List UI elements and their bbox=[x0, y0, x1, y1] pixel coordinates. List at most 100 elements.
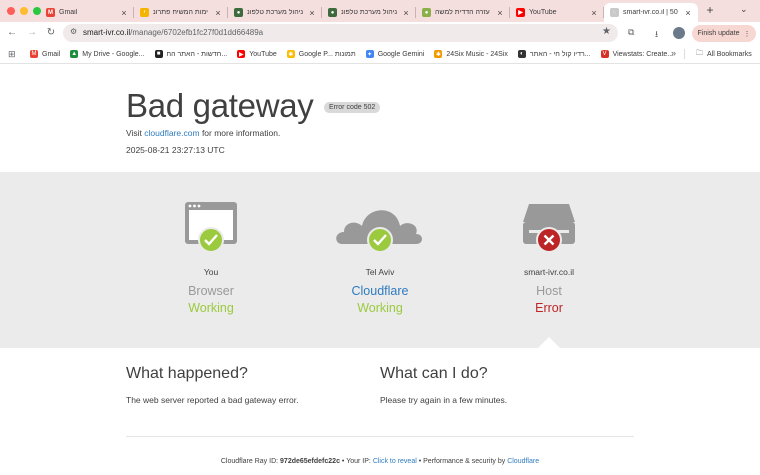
loading-globe-icon: ◌ bbox=[610, 8, 619, 17]
what-can-i-do-body: Please try again in a few minutes. bbox=[380, 395, 508, 405]
tab-strip: M Gmail × י ימות המשיח פתרונ × ● ניהול מערכת טל… bbox=[0, 0, 760, 22]
tab-search-chevron-icon[interactable]: ⌄ bbox=[740, 4, 748, 15]
reveal-ip-link[interactable]: Click to reveal bbox=[373, 458, 417, 465]
tab-title: עזרה הדדית למשה bbox=[435, 9, 490, 16]
error-header: Bad gateway Error code 502 bbox=[126, 87, 381, 125]
reload-icon[interactable]: ↻ bbox=[44, 26, 58, 40]
close-window-button[interactable] bbox=[7, 7, 15, 15]
close-tab-icon[interactable]: × bbox=[684, 8, 692, 18]
radio-icon: ◐ bbox=[517, 50, 526, 58]
new-tab-button[interactable]: + bbox=[703, 3, 717, 17]
site-icon: ● bbox=[422, 8, 431, 17]
url-path: /manage/6702efb1fc27f0d1dd66489a bbox=[130, 28, 264, 37]
bookmark-item[interactable]: ■ חדשות - האתר הח... bbox=[154, 50, 228, 58]
tab-3[interactable]: ● ניהול מערכת טלפונ × bbox=[322, 3, 416, 22]
cloudflare-footer-link[interactable]: Cloudflare bbox=[507, 458, 539, 465]
what-can-i-do-section: What can I do? Please try again in a few… bbox=[380, 365, 507, 405]
browser-node-place: You bbox=[203, 267, 219, 277]
tab-1[interactable]: י ימות המשיח פתרונ × bbox=[134, 3, 228, 22]
error-pointer bbox=[538, 337, 560, 348]
tab-title: smart-ivr.co.il | 50 bbox=[623, 9, 678, 16]
cloudflare-link[interactable]: cloudflare.com bbox=[144, 128, 199, 138]
close-tab-icon[interactable]: × bbox=[496, 8, 504, 18]
error-page: Bad gateway Error code 502 Visit cloudfl… bbox=[0, 65, 760, 475]
cloudflare-node-status: Working bbox=[357, 301, 403, 315]
bookmark-label: YouTube bbox=[249, 50, 277, 58]
bookmark-item[interactable]: M Gmail bbox=[30, 50, 60, 58]
performance-label: Performance & security by bbox=[423, 458, 506, 465]
cloud-icon bbox=[336, 210, 422, 253]
tab-4[interactable]: ● עזרה הדדית למשה × bbox=[416, 3, 510, 22]
downloads-icon[interactable]: ⭳ bbox=[655, 27, 658, 43]
24six-icon: ✱ bbox=[434, 50, 443, 58]
tab-2[interactable]: ● ניהול מערכת טלפונ × bbox=[228, 3, 322, 22]
youtube-icon: ▶ bbox=[237, 50, 246, 58]
bookmark-item[interactable]: V Viewstats: Create... bbox=[600, 50, 673, 58]
back-arrow-icon[interactable]: ← bbox=[5, 26, 19, 40]
site-info-icon[interactable]: ⚙ bbox=[70, 27, 77, 36]
window-controls bbox=[7, 7, 41, 15]
bookmark-item[interactable]: ◐ רדיו קול חי - האתר... bbox=[517, 50, 591, 58]
close-tab-icon[interactable]: × bbox=[214, 8, 222, 18]
bookmark-item[interactable]: ✦ Google Gemini bbox=[365, 50, 424, 58]
cloudflare-node-kind[interactable]: Cloudflare bbox=[310, 284, 450, 298]
what-happened-section: What happened? The web server reported a… bbox=[126, 365, 298, 405]
all-bookmarks-button[interactable]: 🗀 All Bookmarks bbox=[696, 49, 752, 60]
finish-update-label: Finish update bbox=[697, 30, 740, 37]
bookmark-label: My Drive - Google... bbox=[82, 50, 145, 58]
finish-update-button[interactable]: Finish update ⋮ bbox=[692, 25, 756, 42]
bookmark-star-icon[interactable]: ★ bbox=[602, 26, 611, 37]
tab-title: ניהול מערכת טלפונ bbox=[247, 9, 304, 16]
tab-6[interactable]: ◌ smart-ivr.co.il | 50 × bbox=[604, 3, 698, 22]
apps-grid-icon[interactable]: ⊞ bbox=[8, 49, 16, 60]
photos-icon: ✱ bbox=[286, 50, 295, 58]
close-tab-icon[interactable]: × bbox=[402, 8, 410, 18]
close-tab-icon[interactable]: × bbox=[590, 8, 598, 18]
bookmarks-bar: ⊞ M Gmail ▲ My Drive - Google... ■ חדשות - הא… bbox=[0, 44, 760, 64]
tab-list: M Gmail × י ימות המשיח פתרונ × ● ניהול מערכת טל… bbox=[40, 3, 698, 22]
browser-node-status: Working bbox=[188, 301, 234, 315]
error-code-badge: Error code 502 bbox=[323, 102, 381, 113]
address-bar[interactable]: ⚙ smart-ivr.co.il/manage/6702efb1fc27f0d… bbox=[63, 24, 618, 42]
close-tab-icon[interactable]: × bbox=[120, 8, 128, 18]
tab-0[interactable]: M Gmail × bbox=[40, 3, 134, 22]
your-ip-label: Your IP: bbox=[346, 458, 371, 465]
bookmark-label: חדשות - האתר הח... bbox=[166, 50, 228, 58]
yemot-icon: י bbox=[140, 8, 149, 17]
gmail-icon: M bbox=[30, 50, 38, 58]
close-tab-icon[interactable]: × bbox=[308, 8, 316, 18]
url-text[interactable]: smart-ivr.co.il/manage/6702efb1fc27f0d1d… bbox=[83, 28, 263, 37]
host-node-kind: Host bbox=[536, 284, 562, 298]
what-can-i-do-heading: What can I do? bbox=[380, 365, 488, 382]
footer-separator: • bbox=[418, 458, 422, 465]
tab-5[interactable]: ▶ YouTube × bbox=[510, 3, 604, 22]
browser-node-kind: Browser bbox=[188, 284, 234, 298]
extensions-icon[interactable]: ⧉ bbox=[628, 27, 634, 38]
drive-icon: ▲ bbox=[70, 50, 79, 58]
profile-avatar[interactable] bbox=[673, 27, 685, 39]
forward-arrow-icon[interactable]: → bbox=[25, 26, 39, 40]
youtube-icon: ▶ bbox=[516, 8, 525, 17]
gemini-icon: ✦ bbox=[365, 50, 374, 58]
url-host: smart-ivr.co.il bbox=[83, 28, 131, 37]
bookmark-item[interactable]: ▶ YouTube bbox=[237, 50, 277, 58]
bookmark-item[interactable]: ✱ Google P... תמונות bbox=[286, 50, 356, 58]
bookmark-list: M Gmail ▲ My Drive - Google... ■ חדשות - האתר… bbox=[30, 44, 683, 64]
timestamp: 2025-08-21 23:27:13 UTC bbox=[126, 145, 225, 155]
bookmark-item[interactable]: ▲ My Drive - Google... bbox=[70, 50, 145, 58]
host-node-place: smart-ivr.co.il bbox=[523, 267, 575, 277]
footer-divider bbox=[126, 436, 634, 437]
bookmark-label: 24Six Music - 24Six bbox=[446, 50, 508, 58]
tab-title: ימות המשיח פתרונ bbox=[153, 9, 208, 16]
more-bookmarks-icon[interactable]: » bbox=[671, 48, 676, 58]
ray-id-value: 972de65efdefc22c bbox=[280, 458, 340, 465]
footer-separator: • bbox=[341, 458, 345, 465]
folder-icon: 🗀 bbox=[696, 50, 703, 57]
visit-suffix: for more information. bbox=[201, 128, 281, 138]
gmail-icon: M bbox=[46, 8, 55, 17]
cloudflare-node-place: Tel Aviv bbox=[365, 267, 395, 277]
tab-title: Gmail bbox=[59, 9, 78, 16]
bookmark-item[interactable]: ✱ 24Six Music - 24Six bbox=[434, 50, 508, 58]
minimize-window-button[interactable] bbox=[20, 7, 28, 15]
more-menu-icon[interactable]: ⋮ bbox=[744, 30, 751, 38]
